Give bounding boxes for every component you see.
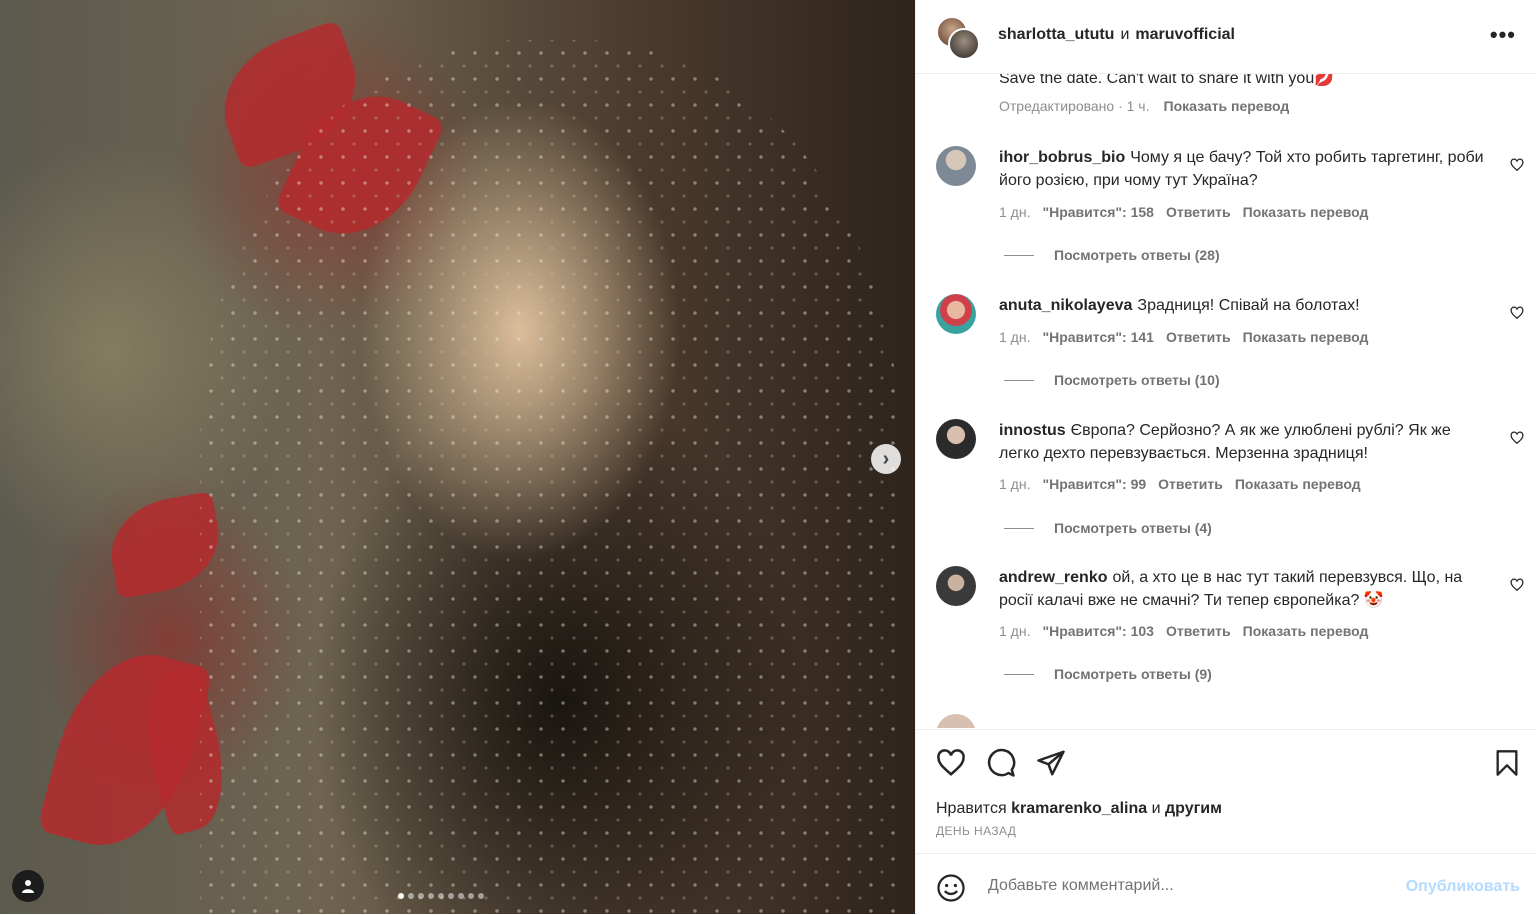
carousel-dot xyxy=(398,893,404,899)
show-translation-link[interactable]: Показать перевод xyxy=(1235,476,1361,492)
user-icon xyxy=(22,880,34,893)
comment-likes[interactable]: "Нравится": 141 xyxy=(1042,329,1153,345)
author-username[interactable]: sharlotta_ututu xyxy=(998,26,1114,43)
carousel-dot xyxy=(478,893,484,899)
post-media: › xyxy=(0,0,915,914)
view-replies-button[interactable]: Посмотреть ответы (4) xyxy=(1004,520,1212,536)
share-icon[interactable] xyxy=(1036,748,1066,778)
show-translation-link[interactable]: Показать перевод xyxy=(1243,623,1369,639)
comment-username[interactable]: andrew_renko xyxy=(999,569,1107,586)
likes-prefix: Нравится xyxy=(936,800,1007,817)
comment-likes[interactable]: "Нравится": 103 xyxy=(1042,623,1153,639)
divider-line xyxy=(1004,673,1034,675)
coauthor-username[interactable]: maruvofficial xyxy=(1135,26,1235,43)
reply-button[interactable]: Ответить xyxy=(1166,329,1231,345)
heart-icon[interactable] xyxy=(1510,431,1524,445)
caption-text: Save the date. Can't wait to share it wi… xyxy=(999,74,1335,87)
carousel-dot xyxy=(448,893,454,899)
likes-conj: и xyxy=(1151,800,1161,817)
view-replies-label: Посмотреть ответы (9) xyxy=(1054,666,1212,682)
divider-line xyxy=(1004,527,1034,529)
reply-button[interactable]: Ответить xyxy=(1166,623,1231,639)
comment-username[interactable]: ihor_bobrus_bio xyxy=(999,149,1125,166)
comment-meta: 1 дн. "Нравится": 99 Ответить Показать пере… xyxy=(999,476,1373,492)
author-conjunction: и xyxy=(1120,26,1130,43)
comment-age: 1 дн. xyxy=(999,329,1031,345)
sequin-veil xyxy=(200,40,900,914)
caption-meta: Отредактировано · 1 ч. Показать перевод xyxy=(999,98,1289,114)
comment-meta: 1 дн. "Нравится": 103 Ответить Показать пер… xyxy=(999,623,1380,639)
carousel-dots xyxy=(398,893,484,899)
view-replies-button[interactable]: Посмотреть ответы (10) xyxy=(1004,372,1220,388)
view-replies-button[interactable]: Посмотреть ответы (28) xyxy=(1004,247,1220,263)
comment-text: Європа? Серйозно? А як же улюблені рублі… xyxy=(999,422,1451,462)
edited-label: Отредактировано · 1 ч. xyxy=(999,98,1150,114)
likes-user[interactable]: kramarenko_alina xyxy=(1011,800,1147,817)
post-time: ДЕНЬ НАЗАД xyxy=(936,824,1017,838)
comment-text: Зрадниця! Співай на болотах! xyxy=(1137,297,1360,314)
comment-meta: 1 дн. "Нравится": 141 Ответить Показать пер… xyxy=(999,329,1380,345)
divider-line xyxy=(1004,254,1034,256)
carousel-dot xyxy=(408,893,414,899)
publish-button[interactable]: Опубликовать xyxy=(1406,878,1520,896)
avatar[interactable] xyxy=(948,28,980,60)
avatar[interactable] xyxy=(936,714,976,728)
view-replies-button[interactable]: Посмотреть ответы (9) xyxy=(1004,666,1212,682)
avatar[interactable] xyxy=(936,419,976,459)
reply-button[interactable]: Ответить xyxy=(1158,476,1223,492)
likes-summary: Нравится kramarenko_alina и другим xyxy=(936,800,1222,818)
comments-list[interactable]: Save the date. Can't wait to share it wi… xyxy=(916,74,1536,728)
view-replies-label: Посмотреть ответы (28) xyxy=(1054,247,1220,263)
divider-line xyxy=(1004,379,1034,381)
view-replies-label: Посмотреть ответы (4) xyxy=(1054,520,1212,536)
post-authors: sharlotta_ututu и maruvofficial xyxy=(998,26,1235,44)
view-replies-label: Посмотреть ответы (10) xyxy=(1054,372,1220,388)
post-header: sharlotta_ututu и maruvofficial ••• xyxy=(916,0,1536,74)
heart-icon[interactable] xyxy=(1510,306,1524,320)
heart-icon[interactable] xyxy=(936,748,966,778)
comment-body: innostus Європа? Серйозно? А як же улюбле… xyxy=(999,419,1494,465)
avatar[interactable] xyxy=(936,294,976,334)
heart-icon[interactable] xyxy=(1510,578,1524,592)
comment-likes[interactable]: "Нравится": 99 xyxy=(1042,476,1146,492)
carousel-dot xyxy=(468,893,474,899)
carousel-dot xyxy=(428,893,434,899)
carousel-dot xyxy=(418,893,424,899)
comment-username[interactable]: innostus xyxy=(999,422,1066,439)
comment-input[interactable] xyxy=(986,870,1390,902)
heart-icon[interactable] xyxy=(1510,158,1524,172)
emoji-icon[interactable] xyxy=(936,873,966,903)
show-translation-link[interactable]: Показать перевод xyxy=(1164,98,1290,114)
avatar[interactable] xyxy=(936,566,976,606)
comment-icon[interactable] xyxy=(986,748,1016,778)
tagged-users-button[interactable] xyxy=(12,870,44,902)
carousel-dot xyxy=(458,893,464,899)
avatar[interactable] xyxy=(936,146,976,186)
more-options-button[interactable]: ••• xyxy=(1490,22,1516,48)
comment-meta: 1 дн. "Нравится": 158 Ответить Показать пер… xyxy=(999,204,1380,220)
comment-body: andrew_renko ой, а хто це в нас тут такий… xyxy=(999,566,1494,612)
post-actions: Нравится kramarenko_alina и другим ДЕНЬ … xyxy=(916,729,1536,854)
comment-age: 1 дн. xyxy=(999,623,1031,639)
comment-likes[interactable]: "Нравится": 158 xyxy=(1042,204,1153,220)
show-translation-link[interactable]: Показать перевод xyxy=(1243,329,1369,345)
likes-others[interactable]: другим xyxy=(1165,800,1222,817)
comment-body: ihor_bobrus_bio Чому я це бачу? Той хто р… xyxy=(999,146,1494,192)
next-photo-button[interactable]: › xyxy=(871,444,901,474)
show-translation-link[interactable]: Показать перевод xyxy=(1243,204,1369,220)
comment-age: 1 дн. xyxy=(999,476,1031,492)
bookmark-icon[interactable] xyxy=(1493,748,1521,778)
add-comment-bar: Опубликовать xyxy=(916,853,1536,915)
comment-body: anuta_nikolayeva Зрадниця! Співай на боло… xyxy=(999,294,1494,317)
comment-age: 1 дн. xyxy=(999,204,1031,220)
comment-username[interactable]: anuta_nikolayeva xyxy=(999,297,1132,314)
avatar-stack[interactable] xyxy=(936,16,980,60)
post-side-panel: sharlotta_ututu и maruvofficial ••• Save t… xyxy=(915,0,1536,914)
carousel-dot xyxy=(438,893,444,899)
reply-button[interactable]: Ответить xyxy=(1166,204,1231,220)
